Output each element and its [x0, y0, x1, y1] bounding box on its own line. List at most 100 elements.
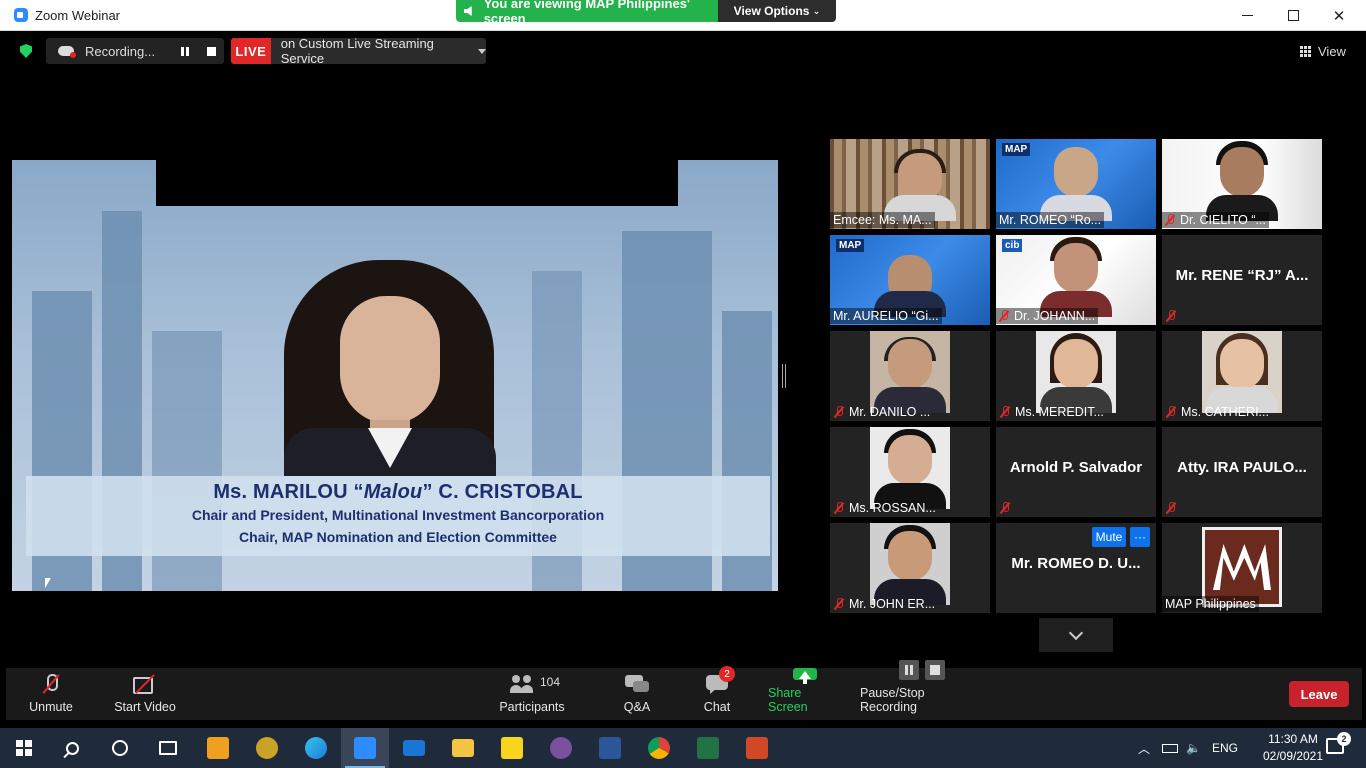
chevron-down-icon: ⌄ — [812, 5, 821, 16]
search-button[interactable] — [48, 728, 96, 768]
start-button[interactable] — [0, 728, 48, 768]
more-options-button[interactable]: ··· — [1130, 527, 1150, 547]
taskbar-powerpoint[interactable] — [733, 728, 781, 768]
participant-name: Ms. CATHERI... — [1166, 404, 1269, 420]
video-tile[interactable]: Ms. MEREDIT... — [996, 331, 1156, 421]
video-tile[interactable]: Mr. DANILO ... — [830, 331, 990, 421]
muted-mic-icon — [1000, 406, 1010, 418]
video-off-icon — [133, 674, 157, 694]
participant-name-large: Mr. ROMEO D. U... — [1011, 555, 1141, 572]
pause-stop-recording-button[interactable]: Pause/Stop Recording — [860, 660, 984, 720]
input-language[interactable]: ENG — [1212, 728, 1238, 768]
participant-name-large: Arnold P. Salvador — [1009, 459, 1143, 476]
close-button[interactable]: ✕ — [1316, 0, 1362, 31]
video-tile[interactable]: Mr. RENE “RJ” A... — [1162, 235, 1322, 325]
taskbar-zoom[interactable] — [341, 728, 389, 768]
video-tile[interactable]: Dr. CIELITO “... — [1162, 139, 1322, 229]
gallery-next-page-button[interactable] — [1039, 618, 1113, 652]
participant-name: Mr. JOHN ER... — [834, 596, 935, 612]
muted-mic-icon — [1166, 502, 1176, 514]
minimize-button[interactable] — [1224, 0, 1270, 31]
participants-button[interactable]: 104 Participants — [498, 668, 566, 720]
split-resize-handle[interactable] — [782, 364, 786, 388]
map-logo: MAP — [836, 239, 865, 252]
clock[interactable]: 11:30 AM 02/09/2021 — [1262, 731, 1324, 765]
taskbar-edge[interactable] — [292, 728, 340, 768]
live-stream-dropdown[interactable]: LIVE on Custom Live Streaming Service — [231, 36, 486, 66]
live-service-label: on Custom Live Streaming Service — [280, 36, 434, 66]
qa-button[interactable]: Q&A — [620, 668, 654, 720]
taskbar-chrome[interactable] — [635, 728, 683, 768]
viber-icon — [550, 737, 572, 759]
mute-participant-button[interactable]: Mute — [1092, 527, 1126, 547]
chat-button[interactable]: 2 Chat — [700, 666, 735, 720]
participant-name: Ms. MEREDIT... — [1000, 404, 1104, 420]
video-tile[interactable]: Mute ··· Mr. ROMEO D. U... — [996, 523, 1156, 613]
video-tile[interactable]: Mr. JOHN ER... — [830, 523, 990, 613]
pause-icon[interactable] — [899, 660, 919, 680]
share-screen-button[interactable]: Share Screen — [768, 668, 842, 720]
word-icon — [599, 737, 621, 759]
stop-recording-button[interactable] — [207, 46, 216, 56]
map-logo: MAP — [1002, 143, 1031, 156]
participant-name: Dr. JOHANN... — [996, 308, 1099, 324]
video-tile[interactable]: MAP Mr. AURELIO “Gi... — [830, 235, 990, 325]
unmute-button[interactable]: Unmute — [24, 668, 78, 720]
show-hidden-icons[interactable]: ︿ — [1138, 728, 1150, 768]
video-tile[interactable]: Atty. IRA PAULO... — [1162, 427, 1322, 517]
participants-icon: 104 — [510, 674, 560, 694]
notification-center-icon[interactable]: 2 — [1326, 732, 1351, 754]
share-screen-icon — [793, 668, 817, 684]
chevron-down-icon — [1068, 625, 1084, 640]
maximize-button[interactable] — [1270, 0, 1316, 31]
stop-icon[interactable] — [925, 660, 945, 680]
video-tile[interactable]: MAP Philippines — [1162, 523, 1322, 613]
video-tile[interactable]: MAP Mr. ROMEO “Ro... — [996, 139, 1156, 229]
taskbar-viber[interactable] — [537, 728, 585, 768]
volume-icon[interactable]: 🔈 — [1186, 728, 1201, 768]
taskbar-store[interactable] — [194, 728, 242, 768]
taskbar-app-seal[interactable] — [243, 728, 291, 768]
participant-name: MAP Philippines — [1162, 596, 1259, 612]
video-tile[interactable]: Ms. ROSSAN... — [830, 427, 990, 517]
taskbar-word[interactable] — [586, 728, 634, 768]
shared-screen[interactable]: Ms. MARILOU “Malou” C. CRISTOBAL Chair a… — [12, 160, 778, 591]
taskbar-mail[interactable] — [390, 728, 438, 768]
muted-mic-icon — [1166, 310, 1176, 322]
participant-name: Mr. AURELIO “Gi... — [830, 308, 942, 324]
search-icon — [65, 741, 79, 755]
muted-mic-icon — [999, 310, 1009, 322]
start-video-button[interactable]: Start Video — [112, 668, 178, 720]
live-badge: LIVE — [231, 38, 271, 64]
video-tile[interactable]: cib Dr. JOHANN... — [996, 235, 1156, 325]
black-bar — [156, 160, 678, 206]
taskbar-sticky-notes[interactable] — [488, 728, 536, 768]
folder-icon — [452, 739, 474, 757]
video-tile[interactable]: Arnold P. Salvador — [996, 427, 1156, 517]
speaker-name: Ms. MARILOU “Malou” C. CRISTOBAL — [213, 481, 583, 503]
battery-icon[interactable] — [1162, 728, 1178, 768]
view-button[interactable]: View — [1300, 40, 1346, 62]
taskbar-file-explorer[interactable] — [439, 728, 487, 768]
speaker-title-1: Chair and President, Multinational Inves… — [191, 507, 605, 523]
video-tile[interactable]: Ms. CATHERI... — [1162, 331, 1322, 421]
powerpoint-icon — [746, 737, 768, 759]
speaker-icon — [464, 6, 472, 16]
caret-down-icon — [478, 48, 486, 54]
video-tile[interactable]: Emcee: Ms. MA... — [830, 139, 990, 229]
viewing-screen-notice: You are viewing MAP Philippines' screen — [456, 0, 718, 22]
leave-button[interactable]: Leave — [1289, 681, 1349, 707]
task-view-icon — [159, 741, 177, 755]
taskbar-excel[interactable] — [684, 728, 732, 768]
participant-name: Emcee: Ms. MA... — [830, 212, 935, 228]
sticky-notes-icon — [501, 737, 523, 759]
chrome-icon — [648, 737, 670, 759]
cortana-button[interactable] — [96, 728, 144, 768]
pause-recording-button[interactable] — [181, 46, 189, 56]
participant-name-large: Atty. IRA PAULO... — [1177, 459, 1307, 476]
view-options-button[interactable]: View Options ⌄ — [718, 0, 836, 22]
excel-icon — [697, 737, 719, 759]
zoom-webinar-window: Zoom Webinar ✕ You are viewing MAP Phili… — [0, 0, 1366, 768]
task-view-button[interactable] — [144, 728, 192, 768]
cib-logo: cib — [1002, 239, 1023, 252]
